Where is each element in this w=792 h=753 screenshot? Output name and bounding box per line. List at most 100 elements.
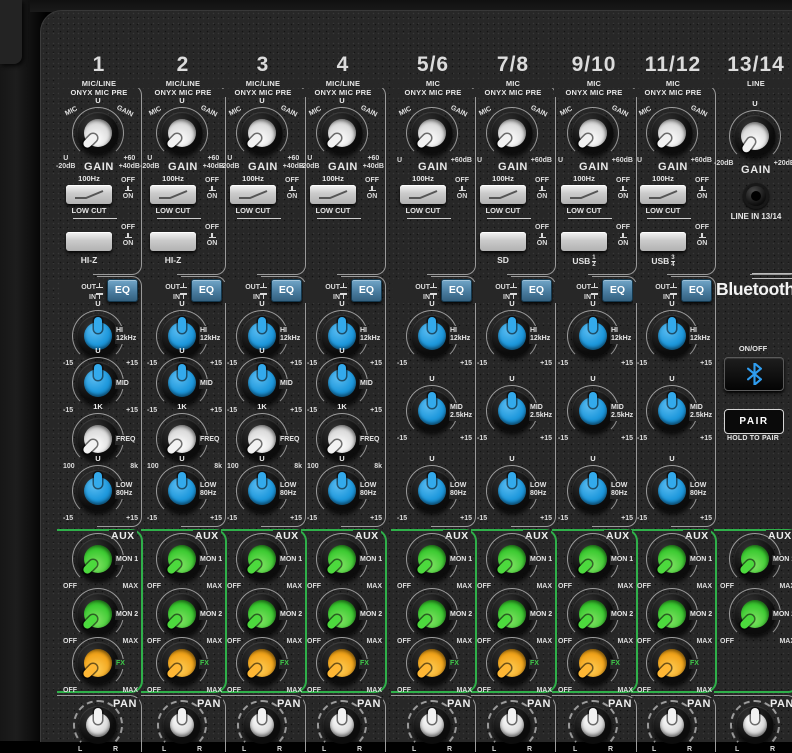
- low-cut-switch[interactable]: [561, 185, 607, 204]
- knob-cap: [170, 713, 194, 737]
- pan-knob[interactable]: LR: [727, 697, 783, 753]
- mid-eq-label: MID2.5kHz: [689, 403, 713, 421]
- low-cut-label: LOW CUT: [137, 206, 209, 215]
- channel-number: 11/12: [627, 53, 719, 77]
- switch-up-icon: [620, 185, 627, 192]
- pan-knob[interactable]: LR: [565, 697, 621, 753]
- section-underline: [568, 218, 612, 219]
- pan-knob[interactable]: LR: [484, 697, 540, 753]
- low-cut-switch[interactable]: [480, 185, 526, 204]
- channel-number: 4: [297, 53, 389, 77]
- low-eq-label: LOW80Hz: [115, 481, 133, 499]
- section-underline: [237, 218, 281, 219]
- low-cut-switch[interactable]: [230, 185, 276, 204]
- gain-knob[interactable]: MIC GAIN U+60dB: [484, 105, 540, 161]
- hi-z-switch[interactable]: [150, 232, 196, 251]
- mon2-label: MON 2: [199, 610, 223, 620]
- switch-up-icon: [591, 282, 598, 289]
- low-cut-switch[interactable]: [150, 185, 196, 204]
- low-eq-label: LOW80Hz: [689, 481, 707, 499]
- low-cut-label: LOW CUT: [387, 206, 459, 215]
- fx-label: FX: [199, 659, 210, 669]
- gain-knob[interactable]: U -20dB+20dB: [727, 108, 783, 164]
- low-cut-switch[interactable]: [400, 185, 446, 204]
- mid-eq-label: MID: [115, 379, 130, 389]
- freq-label: FREQ: [115, 435, 136, 445]
- hi-z-label: HI-Z: [53, 255, 125, 265]
- channel-number: 7/8: [467, 53, 559, 77]
- pan-knob[interactable]: LR: [70, 697, 126, 753]
- section-underline: [487, 218, 531, 219]
- line-in-label: LINE IN 13/14: [706, 212, 792, 221]
- gain-knob[interactable]: MIC GAIN U+60dB: [565, 105, 621, 161]
- pan-knob[interactable]: LR: [154, 697, 210, 753]
- fx-label: FX: [689, 659, 700, 669]
- low-cut-switch[interactable]: [66, 185, 112, 204]
- fx-label: FX: [449, 659, 460, 669]
- mid-eq-label: MID: [359, 379, 374, 389]
- knob-cap: [250, 713, 274, 737]
- low-cut-switch[interactable]: [640, 185, 686, 204]
- gain-knob[interactable]: MIC GAIN U+60dB: [404, 105, 460, 161]
- channel-5-6: 5/6 MIC ONYX MIC PRE MIC GAIN U+60dB GAI…: [387, 11, 479, 752]
- channel-number: 1: [53, 53, 145, 77]
- gain-knob[interactable]: U MIC GAIN U-20dB +60+40dB: [234, 105, 290, 161]
- pan-knob[interactable]: LR: [404, 697, 460, 753]
- mon2-label: MON 2: [449, 610, 473, 620]
- switch-position-indicator: OFFON: [359, 177, 385, 200]
- pan-knob[interactable]: LR: [644, 697, 700, 753]
- knob-cap: [498, 477, 526, 505]
- gain-label: GAIN: [627, 161, 719, 173]
- gain-knob[interactable]: U MIC GAIN U-20dB +60+40dB: [154, 105, 210, 161]
- gain-label: GAIN: [217, 161, 309, 173]
- mon1-label: MON 1: [529, 555, 553, 565]
- gain-label: GAIN: [387, 161, 479, 173]
- knob-cap: [168, 477, 196, 505]
- channel-number: 5/6: [387, 53, 479, 77]
- mid-eq-label: MID2.5kHz: [529, 403, 553, 421]
- channel-type-label: MIC/LINE: [143, 80, 223, 88]
- line-in-jack[interactable]: [743, 183, 769, 209]
- low-cut-switch[interactable]: [310, 185, 356, 204]
- knob-cap: [86, 713, 110, 737]
- pan-knob[interactable]: LR: [234, 697, 290, 753]
- channel-number: 2: [137, 53, 229, 77]
- knob-cap: [658, 322, 686, 350]
- low-eq-label: LOW80Hz: [529, 481, 547, 499]
- gain-knob[interactable]: U MIC GAIN U-20dB +60+40dB: [314, 105, 370, 161]
- knob-cap: [84, 477, 112, 505]
- channel-type-label: MIC: [393, 80, 473, 88]
- knob-cap: [579, 397, 607, 425]
- hold-to-pair-label: HOLD TO PAIR: [710, 435, 792, 442]
- switch-up-icon: [289, 185, 296, 192]
- channel-4: 4 MIC/LINE ONYX MIC PRE U MIC GAIN U-20d…: [297, 11, 389, 752]
- pair-button[interactable]: PAIR: [724, 409, 784, 434]
- switch-up-icon: [369, 185, 376, 192]
- switch-position-indicator: OFFON: [199, 224, 225, 247]
- freq-label: FREQ: [279, 435, 300, 445]
- bluetooth-power-button[interactable]: [724, 357, 784, 391]
- channel-type-label: MIC/LINE: [303, 80, 383, 88]
- usb-3-4-switch[interactable]: [640, 232, 686, 251]
- switch-up-icon: [459, 185, 466, 192]
- mon2-label: MON 2: [115, 610, 139, 620]
- hi-z-switch[interactable]: [66, 232, 112, 251]
- switch-position-indicator: OFFON: [689, 177, 715, 200]
- mon1-label: MON 1: [359, 555, 383, 565]
- gain-knob[interactable]: U MIC GAIN U-20dB +60+40dB: [70, 105, 126, 161]
- section-underline: [647, 218, 691, 219]
- knob-cap: [743, 713, 767, 737]
- mon2-label: MON 2: [772, 610, 792, 620]
- switch-up-icon: [620, 232, 627, 239]
- pan-knob[interactable]: LR: [314, 697, 370, 753]
- section-underline: [317, 218, 361, 219]
- preamp-label: ONYX MIC PRE: [473, 89, 553, 97]
- gain-knob[interactable]: MIC GAIN U+60dB: [644, 105, 700, 161]
- mixer-side-step: [0, 0, 22, 64]
- knob-cap: [248, 369, 276, 397]
- sd-switch[interactable]: [480, 232, 526, 251]
- mid-eq-label: MID2.5kHz: [610, 403, 634, 421]
- channel-9-10: 9/10 MIC ONYX MIC PRE MIC GAIN U+60dB GA…: [548, 11, 640, 752]
- usb-1-2-switch[interactable]: [561, 232, 607, 251]
- knob-cap: [418, 322, 446, 350]
